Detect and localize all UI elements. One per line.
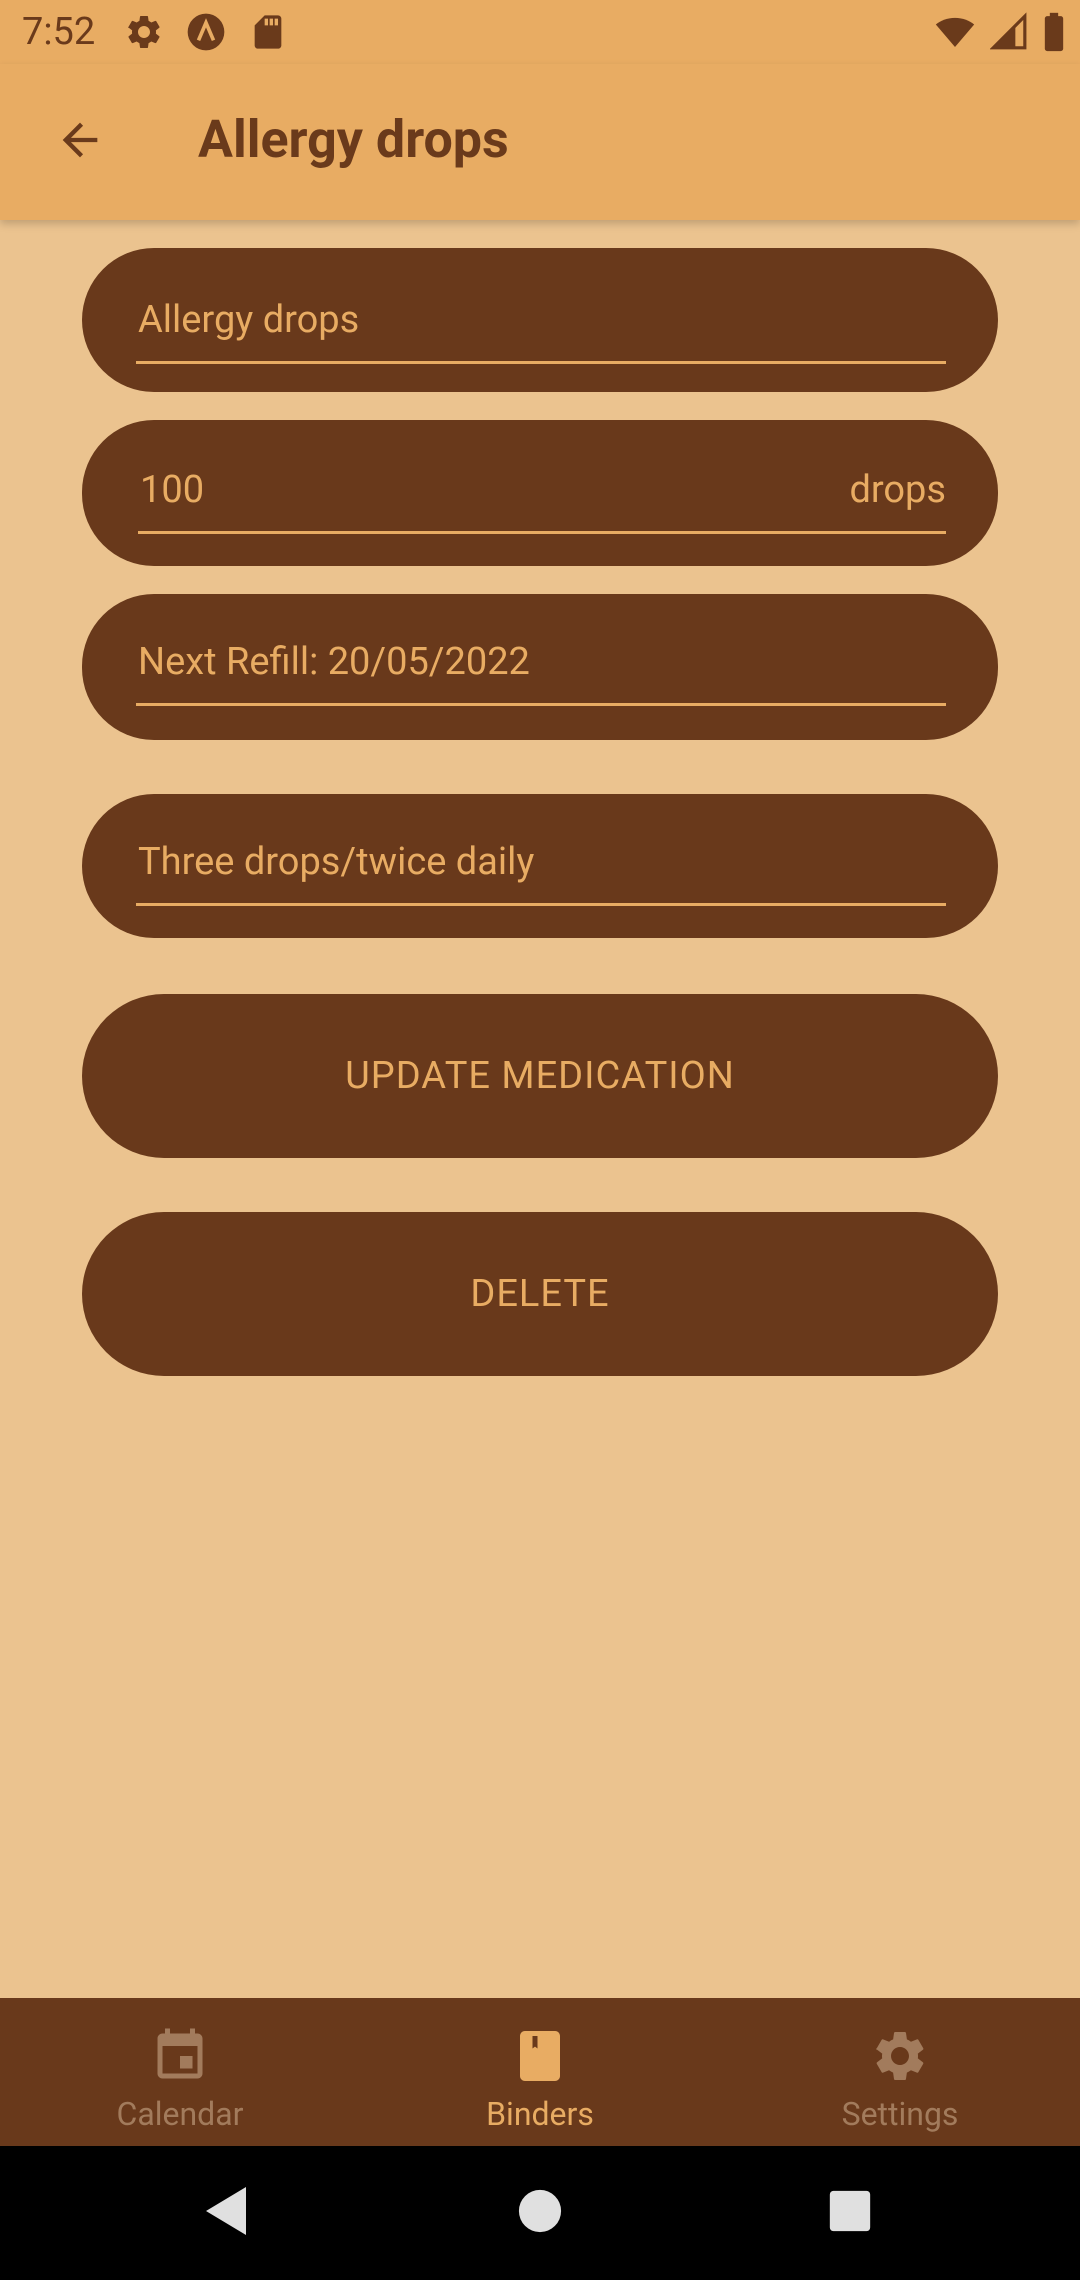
dosage-field-value: Three drops/twice daily — [138, 840, 535, 884]
status-bar: 7:52 — [0, 0, 1080, 64]
status-icons-right — [934, 12, 1066, 52]
nav-label-binders: Binders — [486, 2095, 594, 2133]
nav-item-calendar[interactable]: Calendar — [0, 1998, 360, 2146]
book-icon — [510, 2026, 570, 2090]
nav-label-settings: Settings — [841, 2095, 959, 2133]
calendar-icon — [150, 2026, 210, 2090]
delete-button[interactable]: DELETE — [82, 1212, 998, 1376]
back-button[interactable] — [40, 102, 120, 182]
quantity-field[interactable]: 100 drops — [138, 462, 946, 534]
update-medication-button[interactable]: UPDATE MEDICATION — [82, 994, 998, 1158]
system-home-button[interactable] — [500, 2176, 580, 2250]
settings-icon — [870, 2026, 930, 2090]
a-circle-icon — [186, 12, 226, 52]
arrow-back-icon — [54, 114, 106, 170]
back-triangle-icon — [202, 2185, 250, 2241]
refill-date-value: Next Refill: 20/05/2022 — [138, 640, 530, 684]
system-back-button[interactable] — [186, 2176, 266, 2250]
nav-label-calendar: Calendar — [116, 2095, 244, 2133]
refill-date-field[interactable]: Next Refill: 20/05/2022 — [136, 634, 946, 706]
bottom-nav: Calendar Binders Settings — [0, 1998, 1080, 2146]
refill-field-container: Next Refill: 20/05/2022 — [82, 594, 998, 740]
system-nav-bar — [0, 2146, 1080, 2280]
app-bar: Allergy drops — [0, 64, 1080, 220]
gear-icon — [124, 12, 164, 52]
dosage-field-container: Three drops/twice daily — [82, 794, 998, 938]
quantity-unit-label: drops — [849, 468, 946, 512]
battery-icon — [1042, 12, 1066, 52]
status-time: 7:52 — [22, 10, 96, 54]
medication-form: Allergy drops 100 drops Next Refill: 20/… — [0, 220, 1080, 1998]
name-field[interactable]: Allergy drops — [136, 292, 946, 364]
wifi-icon — [934, 12, 976, 52]
nav-item-binders[interactable]: Binders — [360, 1998, 720, 2146]
nav-item-settings[interactable]: Settings — [720, 1998, 1080, 2146]
quantity-field-value: 100 — [140, 468, 205, 512]
system-recents-button[interactable] — [810, 2176, 890, 2250]
dosage-field[interactable]: Three drops/twice daily — [136, 834, 946, 906]
name-field-value: Allergy drops — [138, 298, 360, 342]
sd-card-icon — [248, 12, 288, 52]
status-icons-left — [124, 12, 288, 52]
recents-square-icon — [828, 2189, 872, 2237]
page-title: Allergy drops — [198, 109, 509, 170]
quantity-field-container: 100 drops — [82, 420, 998, 566]
home-circle-icon — [517, 2188, 563, 2238]
cell-signal-icon — [990, 12, 1028, 52]
name-field-container: Allergy drops — [82, 248, 998, 392]
